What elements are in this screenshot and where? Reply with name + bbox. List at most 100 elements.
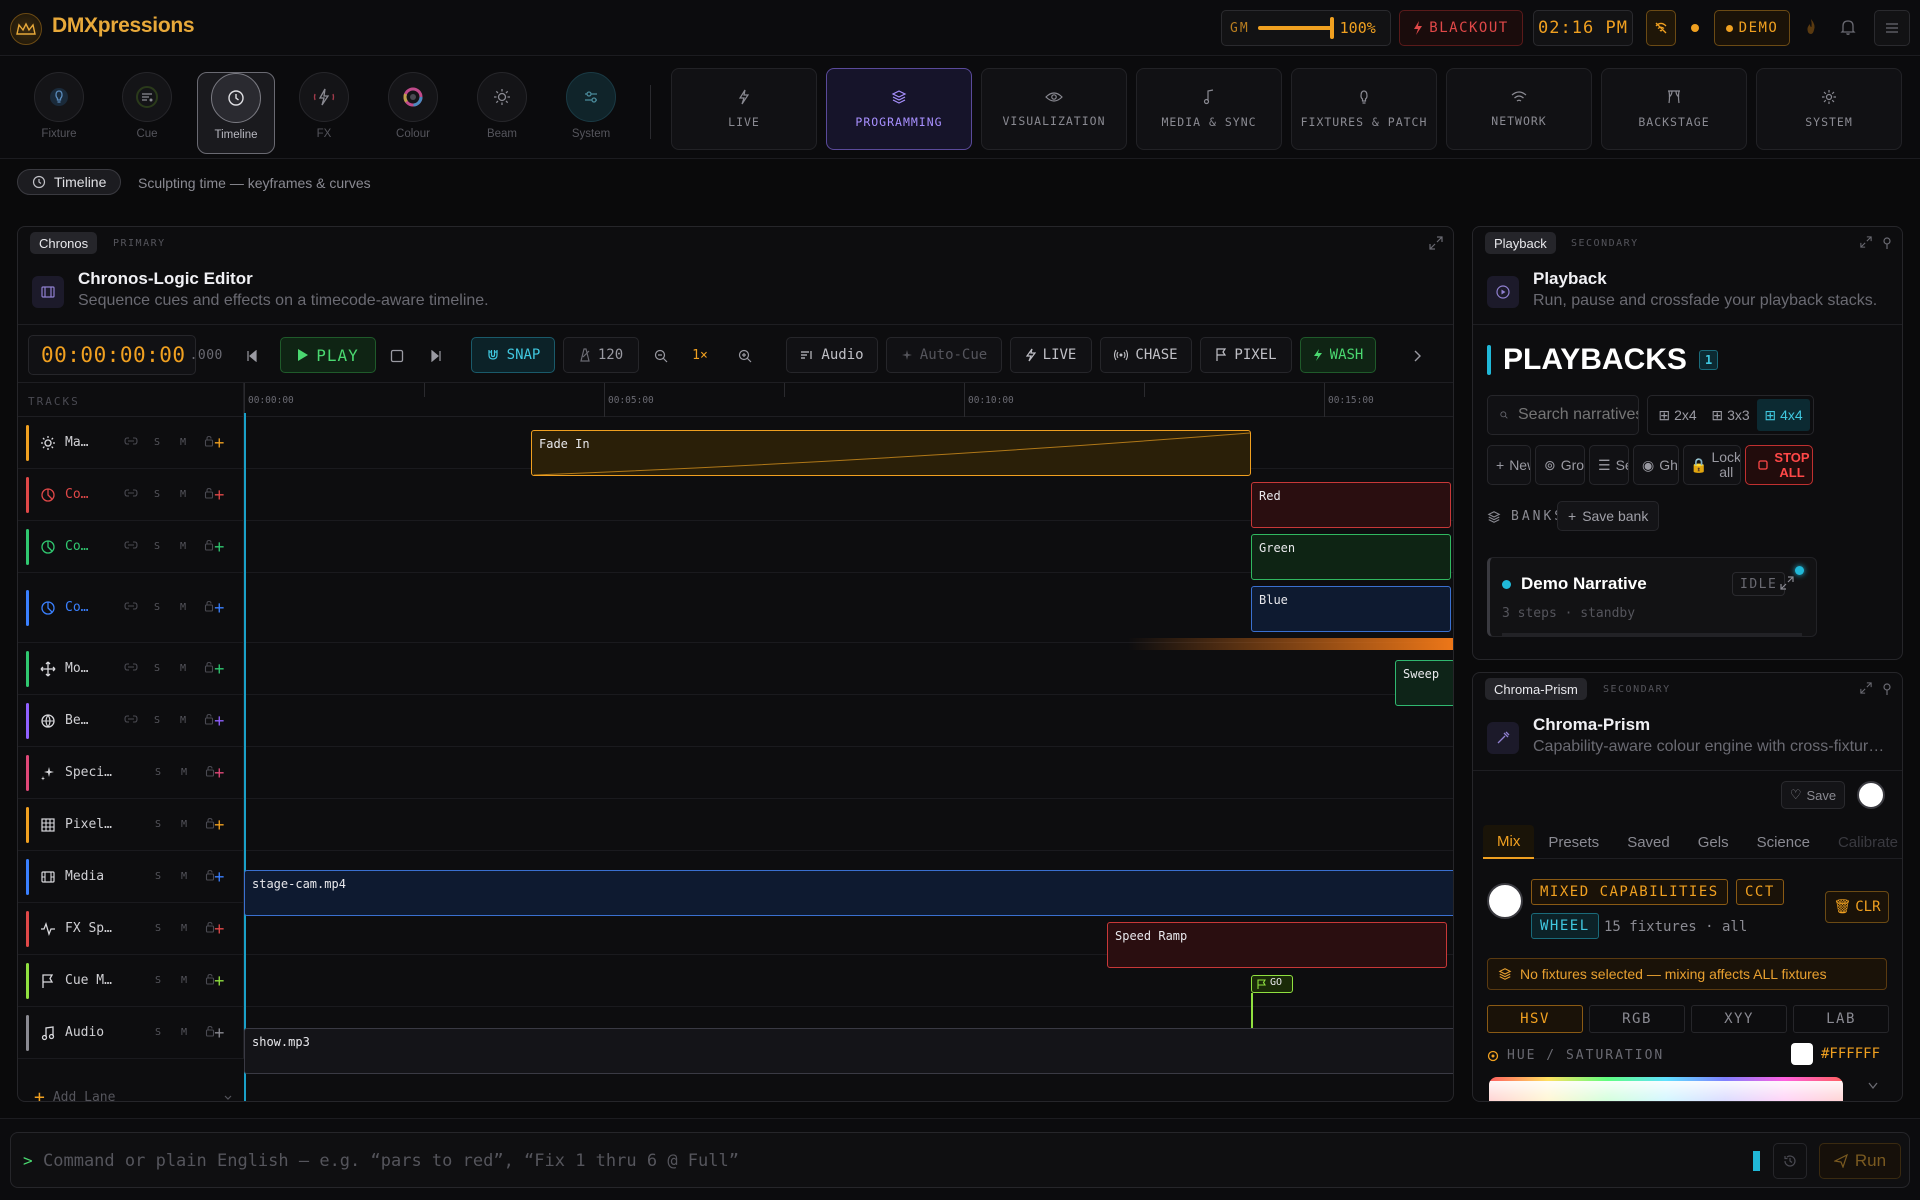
mode-lab[interactable]: LAB bbox=[1793, 1005, 1889, 1033]
demo-mode-badge[interactable]: DEMO bbox=[1714, 10, 1790, 46]
mode-timeline[interactable]: Timeline bbox=[197, 72, 275, 154]
pixel-button[interactable]: PIXEL bbox=[1200, 337, 1292, 373]
workspace-network[interactable]: NETWORK bbox=[1446, 68, 1592, 150]
track-row[interactable]: Audio S M + bbox=[18, 1007, 244, 1059]
clip-speed-ramp[interactable]: Speed Ramp bbox=[1107, 922, 1447, 968]
audio-button[interactable]: Audio bbox=[786, 337, 878, 373]
mute-button[interactable]: M bbox=[171, 1027, 197, 1038]
track-row[interactable]: Media S M + bbox=[18, 851, 244, 903]
grand-master-slider[interactable]: GM 100% bbox=[1221, 10, 1391, 46]
tab-presets[interactable]: Presets bbox=[1534, 825, 1613, 859]
command-input[interactable] bbox=[43, 1147, 1403, 1175]
add-keyframe-button[interactable]: + bbox=[214, 1024, 225, 1042]
playhead[interactable] bbox=[244, 413, 246, 1101]
clip-green[interactable]: Green bbox=[1251, 534, 1451, 580]
lock-all-button[interactable]: 🔒 Lock all bbox=[1683, 445, 1741, 485]
workspace-backstage[interactable]: BACKSTAGE bbox=[1601, 68, 1747, 150]
panel-tab[interactable]: Chronos bbox=[30, 232, 98, 254]
track-row[interactable]: Beam S M + bbox=[18, 695, 244, 747]
mute-button[interactable]: M bbox=[170, 715, 196, 726]
pin-icon[interactable] bbox=[1882, 682, 1892, 696]
grid-2x4-option[interactable]: ⊞ 2x4 bbox=[1651, 399, 1704, 431]
cue-marker-go[interactable]: GO bbox=[1251, 975, 1293, 993]
solo-button[interactable]: S bbox=[144, 715, 170, 726]
mute-button[interactable]: M bbox=[170, 541, 196, 552]
zoom-in-icon[interactable] bbox=[736, 347, 754, 365]
track-row[interactable]: Colour 2 SM + bbox=[18, 521, 244, 573]
add-keyframe-button[interactable]: + bbox=[214, 920, 225, 938]
pin-icon[interactable] bbox=[1882, 236, 1892, 250]
solo-button[interactable]: S bbox=[145, 767, 171, 778]
add-keyframe-button[interactable]: + bbox=[214, 486, 225, 504]
link-icon[interactable] bbox=[118, 662, 144, 675]
clip-media[interactable]: stage-cam.mp4 bbox=[244, 870, 1453, 916]
ghost-button[interactable]: ◉Ghost bbox=[1633, 445, 1679, 485]
solo-button[interactable]: S bbox=[145, 975, 171, 986]
add-keyframe-button[interactable]: + bbox=[214, 599, 225, 617]
mute-button[interactable]: M bbox=[171, 975, 197, 986]
mode-xyy[interactable]: XYY bbox=[1691, 1005, 1787, 1033]
grand-master-track[interactable] bbox=[1257, 17, 1334, 39]
workspace-live[interactable]: LIVE bbox=[671, 68, 817, 150]
track-lane[interactable] bbox=[244, 747, 1453, 799]
track-lane[interactable] bbox=[244, 799, 1453, 851]
link-icon[interactable] bbox=[118, 540, 144, 553]
grid-3x3-option[interactable]: ⊞ 3x3 bbox=[1704, 399, 1757, 431]
bell-icon[interactable] bbox=[1840, 18, 1856, 36]
track-lane[interactable] bbox=[244, 695, 1453, 747]
workspace-fixtures-patch[interactable]: FIXTURES & PATCH bbox=[1291, 68, 1437, 150]
mute-button[interactable]: M bbox=[170, 437, 196, 448]
skip-back-icon[interactable] bbox=[243, 347, 261, 365]
solo-button[interactable]: S bbox=[144, 602, 170, 613]
add-keyframe-button[interactable]: + bbox=[214, 660, 225, 678]
panel-tab[interactable]: Chroma-Prism bbox=[1485, 678, 1587, 700]
select-button[interactable]: ☰Select bbox=[1589, 445, 1629, 485]
new-playback-button[interactable]: +New bbox=[1487, 445, 1531, 485]
add-keyframe-button[interactable]: + bbox=[214, 972, 225, 990]
track-row[interactable]: Colour 3 SM + bbox=[18, 573, 244, 643]
blackout-button[interactable]: BLACKOUT bbox=[1399, 10, 1523, 46]
track-row[interactable]: Colour 1 SM + bbox=[18, 469, 244, 521]
play-button[interactable]: PLAY bbox=[280, 337, 376, 373]
workspace-media-sync[interactable]: MEDIA & SYNC bbox=[1136, 68, 1282, 150]
clip-audio[interactable]: show.mp3 bbox=[244, 1028, 1453, 1074]
save-bank-button[interactable]: + Save bank bbox=[1557, 501, 1660, 531]
wash-button[interactable]: WASH bbox=[1300, 337, 1376, 373]
add-keyframe-button[interactable]: + bbox=[214, 712, 225, 730]
clip-sweep[interactable]: Sweep bbox=[1395, 660, 1453, 706]
colour-swatch[interactable] bbox=[1857, 781, 1885, 809]
solo-button[interactable]: S bbox=[144, 663, 170, 674]
track-row[interactable]: Pixel Map SM + bbox=[18, 799, 244, 851]
mode-rgb[interactable]: RGB bbox=[1589, 1005, 1685, 1033]
snap-toggle[interactable]: SNAP bbox=[471, 337, 555, 373]
solo-button[interactable]: S bbox=[144, 489, 170, 500]
save-colour-button[interactable]: ♡ Save bbox=[1781, 781, 1845, 809]
expand-icon[interactable] bbox=[1860, 682, 1872, 694]
solo-button[interactable]: S bbox=[145, 923, 171, 934]
menu-button[interactable] bbox=[1874, 10, 1910, 46]
mode-beam[interactable]: Beam bbox=[463, 72, 541, 154]
chevron-right-icon[interactable] bbox=[1408, 347, 1426, 365]
tab-gels[interactable]: Gels bbox=[1684, 825, 1743, 859]
skip-forward-icon[interactable] bbox=[427, 347, 445, 365]
tab-saved[interactable]: Saved bbox=[1613, 825, 1684, 859]
clip-fade-in[interactable]: Fade In bbox=[531, 430, 1251, 476]
grid-4x4-option[interactable]: ⊞ 4x4 bbox=[1757, 399, 1810, 431]
solo-button[interactable]: S bbox=[144, 541, 170, 552]
bpm-field[interactable]: 120 bbox=[563, 337, 639, 373]
add-lane-button[interactable]: + Add Lane bbox=[34, 1087, 233, 1101]
auto-cue-button[interactable]: Auto-Cue bbox=[886, 337, 1002, 373]
mute-button[interactable]: M bbox=[171, 819, 197, 830]
tab-calibrate[interactable]: Calibrate bbox=[1824, 825, 1902, 859]
mode-hsv[interactable]: HSV bbox=[1487, 1005, 1583, 1033]
workspace-visualization[interactable]: VISUALIZATION bbox=[981, 68, 1127, 150]
mute-button[interactable]: M bbox=[171, 767, 197, 778]
zoom-out-icon[interactable] bbox=[652, 347, 670, 365]
track-row[interactable]: FX Speed SM + bbox=[18, 903, 244, 955]
expand-icon[interactable] bbox=[1860, 236, 1872, 248]
workspace-system[interactable]: SYSTEM bbox=[1756, 68, 1902, 150]
add-keyframe-button[interactable]: + bbox=[214, 816, 225, 834]
expand-icon[interactable] bbox=[1429, 236, 1443, 250]
playback-search-input[interactable] bbox=[1518, 406, 1638, 424]
mode-colour[interactable]: Colour bbox=[374, 72, 452, 154]
